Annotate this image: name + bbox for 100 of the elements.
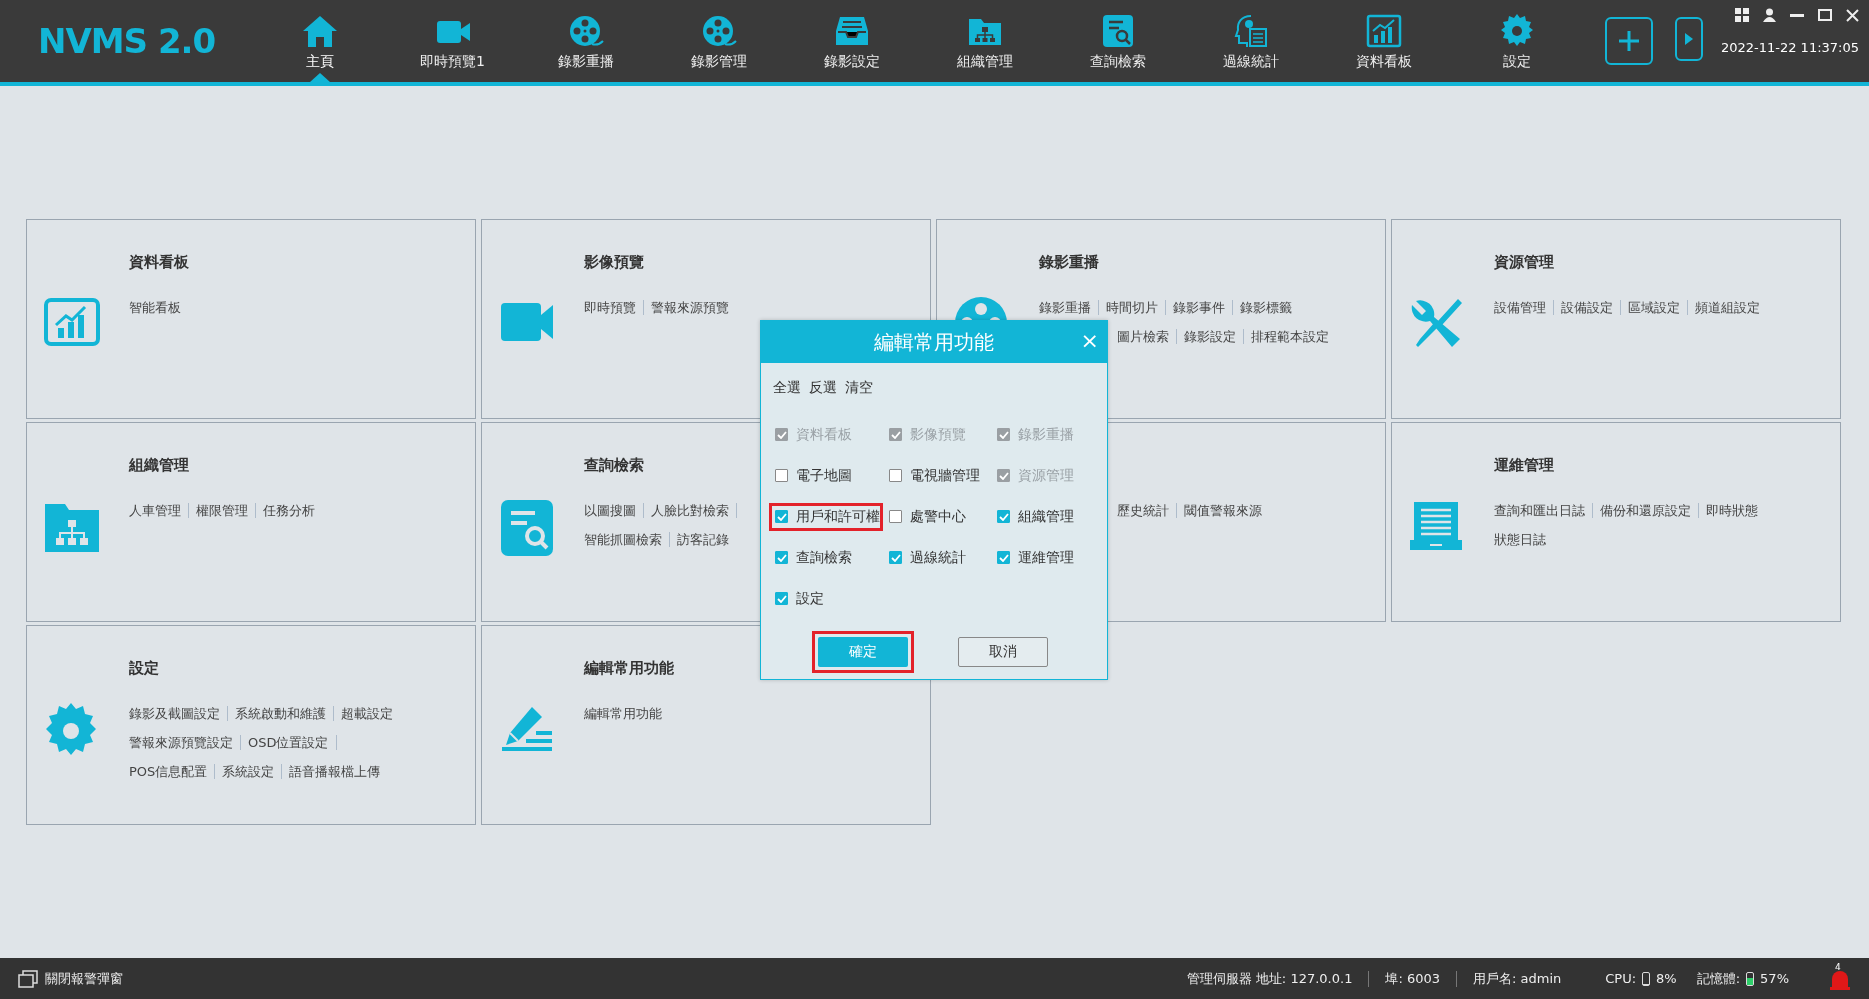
add-button[interactable] [1605, 17, 1653, 65]
card-link[interactable]: 區域設定 [1628, 298, 1680, 317]
checkbox[interactable] [889, 469, 902, 482]
card-link[interactable]: 錄影設定 [1184, 327, 1236, 346]
cancel-button[interactable]: 取消 [958, 637, 1048, 667]
head-gear-icon [1232, 13, 1269, 49]
film-reel-icon [700, 13, 737, 49]
card-link[interactable]: 歷史統計 [1117, 501, 1169, 520]
date-time: 2022-11-22 11:37:05 [1720, 40, 1859, 55]
nav-tab[interactable]: 錄影設定 [785, 0, 918, 82]
card-link[interactable]: 警報來源預覽設定 [129, 733, 233, 752]
user-icon[interactable] [1763, 8, 1776, 22]
card-link[interactable]: 錄影及截圖設定 [129, 704, 220, 723]
card-link[interactable]: 設備設定 [1561, 298, 1613, 317]
checkbox[interactable] [889, 551, 902, 564]
card-link[interactable]: 狀態日誌 [1494, 530, 1546, 549]
checkbox[interactable] [775, 510, 788, 523]
card-link[interactable]: 智能抓圖檢索 [584, 530, 662, 549]
close-icon[interactable] [1846, 8, 1859, 22]
card-link[interactable]: 任務分析 [263, 501, 315, 520]
usage-reading: 8% [1656, 971, 1677, 986]
minimize-icon[interactable] [1790, 13, 1804, 17]
action-link[interactable]: 全選 [773, 379, 801, 397]
card-link[interactable]: 設備管理 [1494, 298, 1546, 317]
dialog-title: 編輯常用功能 [874, 328, 994, 356]
checkbox[interactable] [775, 551, 788, 564]
card-link[interactable]: 權限管理 [196, 501, 248, 520]
maximize-icon[interactable] [1818, 9, 1832, 21]
card-link[interactable]: 閾值警報來源 [1184, 501, 1262, 520]
chart-icon [1365, 13, 1402, 49]
checkbox-label: 電子地圖 [796, 466, 852, 485]
film-reel-icon [567, 13, 604, 49]
nav-tab[interactable]: 錄影重播 [519, 0, 652, 82]
card-link[interactable]: 智能看板 [129, 298, 181, 317]
nav-tab[interactable]: 即時預覽1 [386, 0, 519, 82]
card-link[interactable]: 錄影事件 [1173, 298, 1225, 317]
card-link[interactable]: 人車管理 [129, 501, 181, 520]
checkbox[interactable] [775, 469, 788, 482]
checkbox-label: 電視牆管理 [910, 466, 980, 485]
card-link[interactable]: 圖片檢索 [1117, 327, 1169, 346]
card-title: 查詢檢索 [584, 456, 644, 474]
memory-label: 記憶體: [1696, 969, 1741, 988]
nav-tab[interactable]: 主頁 [253, 0, 386, 82]
checkbox[interactable] [997, 551, 1010, 564]
checkbox[interactable] [997, 510, 1010, 523]
checkbox-label: 設定 [796, 589, 824, 608]
action-link[interactable]: 反選 [809, 379, 837, 397]
card-link[interactable]: 查詢和匯出日誌 [1494, 501, 1585, 520]
card-title: 資源管理 [1494, 253, 1554, 271]
port: 埠: 6003 [1385, 969, 1440, 988]
card-link[interactable]: 錄影標籤 [1240, 298, 1292, 317]
checkbox-label: 組織管理 [1018, 507, 1074, 526]
nav-tab[interactable]: 設定 [1450, 0, 1583, 82]
expand-button[interactable] [1675, 17, 1703, 61]
windows-icon[interactable] [18, 969, 38, 988]
checkbox-label: 資料看板 [796, 425, 852, 444]
card-link[interactable]: 語音播報檔上傳 [289, 762, 381, 781]
action-link[interactable]: 清空 [845, 379, 873, 397]
card-title: 編輯常用功能 [584, 659, 674, 677]
card-link[interactable]: 訪客記錄 [677, 530, 729, 549]
card-link[interactable]: 系統啟動和維護 [235, 704, 326, 723]
card-link[interactable]: 時間切片 [1106, 298, 1158, 317]
cpu-label: CPU: [1605, 971, 1637, 986]
plus-icon [1618, 30, 1640, 52]
card-link[interactable]: 編輯常用功能 [584, 704, 662, 723]
usage-reading: 57% [1760, 971, 1789, 986]
checkbox-label: 運維管理 [1018, 548, 1074, 567]
checkbox-label: 查詢檢索 [796, 548, 852, 567]
checkbox[interactable] [889, 510, 902, 523]
card-link[interactable]: POS信息配置 [129, 762, 208, 781]
card-title: 影像預覽 [584, 253, 644, 271]
card-title: 錄影重播 [1039, 253, 1099, 271]
card-link[interactable]: 錄影重播 [1039, 298, 1091, 317]
card-title: 設定 [129, 659, 159, 677]
card-link[interactable]: 頻道組設定 [1695, 298, 1760, 317]
app-logo: NVMS 2.0 [38, 21, 216, 61]
card-link[interactable]: 警報來源預覽 [651, 298, 729, 317]
close-alarm-popup-link[interactable]: 關閉報警彈窗 [45, 969, 123, 988]
nav-tab[interactable]: 資料看板 [1317, 0, 1450, 82]
card-link[interactable]: 排程範本設定 [1251, 327, 1329, 346]
checkbox-label: 過線統計 [910, 548, 966, 567]
nav-tab[interactable]: 錄影管理 [652, 0, 785, 82]
card-link[interactable]: 以圖搜圖 [584, 501, 636, 520]
nav-tab[interactable]: 組織管理 [918, 0, 1051, 82]
checkbox-label: 用戶和許可權 [796, 507, 880, 526]
grid-icon[interactable] [1735, 8, 1749, 22]
card-title: 運維管理 [1494, 456, 1554, 474]
checkbox[interactable] [775, 592, 788, 605]
card-link[interactable]: 人臉比對檢索 [651, 501, 729, 520]
play-icon [1685, 33, 1693, 45]
nav-tab[interactable]: 過線統計 [1184, 0, 1317, 82]
card-link[interactable]: 超載設定 [341, 704, 393, 723]
checkbox-label: 處警中心 [910, 507, 966, 526]
card-link[interactable]: 系統設定 [222, 762, 275, 781]
card-link[interactable]: OSD位置設定 [248, 733, 329, 752]
nav-tab[interactable]: 查詢檢索 [1051, 0, 1184, 82]
card-link[interactable]: 即時狀態 [1706, 501, 1758, 520]
card-link[interactable]: 即時預覽 [584, 298, 636, 317]
selected-pointer-icon [310, 73, 330, 82]
card-link[interactable]: 備份和還原設定 [1600, 501, 1691, 520]
